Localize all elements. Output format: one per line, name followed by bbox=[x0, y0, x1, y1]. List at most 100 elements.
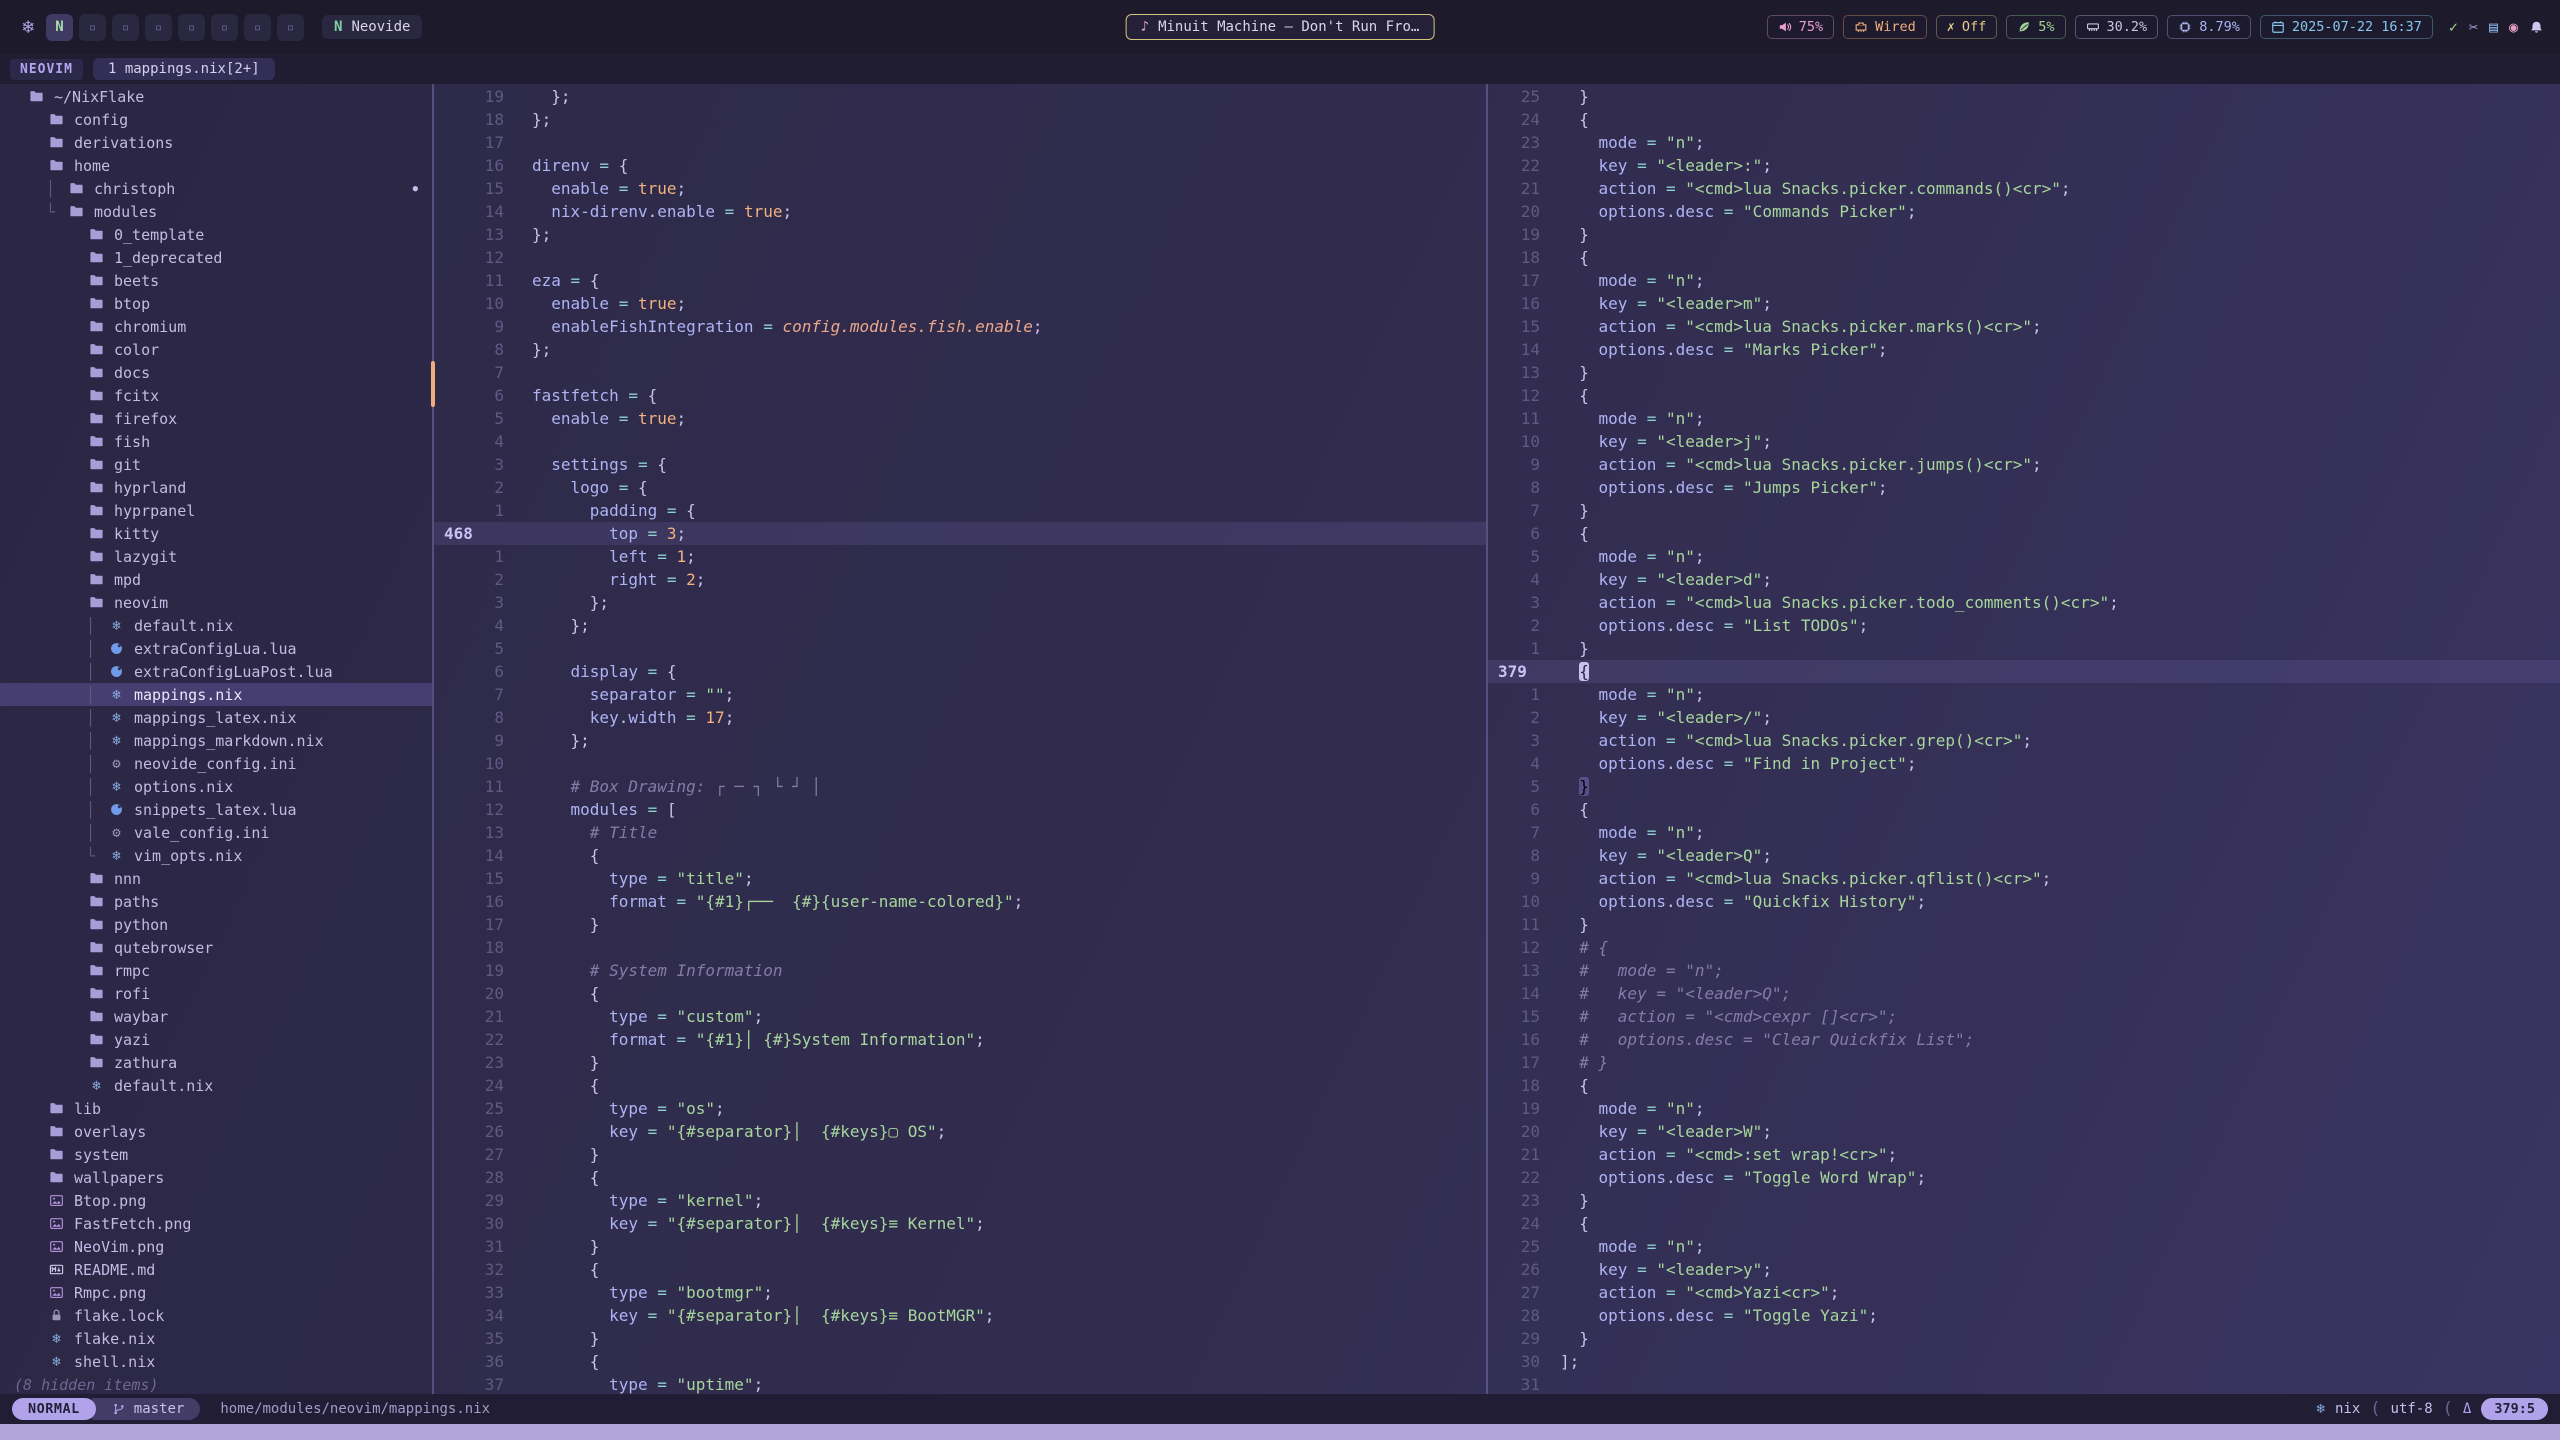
bell-icon[interactable] bbox=[2529, 20, 2544, 35]
tree-item[interactable]: │extraConfigLuaPost.lua bbox=[0, 660, 432, 683]
workspace-4[interactable]: ▫ bbox=[145, 14, 172, 41]
code-line[interactable]: 9 }; bbox=[434, 729, 1486, 752]
code-line[interactable]: 10 options.desc = "Quickfix History"; bbox=[1488, 890, 2560, 913]
code-line[interactable]: 26 key = "{#separator}│ {#keys}▢ OS"; bbox=[434, 1120, 1486, 1143]
tree-item[interactable]: ~/NixFlake bbox=[0, 85, 432, 108]
tree-item[interactable]: ❄default.nix bbox=[0, 1074, 432, 1097]
code-line[interactable]: 19 # System Information bbox=[434, 959, 1486, 982]
code-line[interactable]: 12 # { bbox=[1488, 936, 2560, 959]
code-line[interactable]: 27 } bbox=[434, 1143, 1486, 1166]
code-line[interactable]: 11 # Box Drawing: ┌ ─ ┐ └ ┘ │ bbox=[434, 775, 1486, 798]
tree-item[interactable]: python bbox=[0, 913, 432, 936]
music-widget[interactable]: ♪ Minuit Machine – Don't Run Fro… bbox=[1126, 14, 1435, 40]
code-line[interactable]: 31 } bbox=[434, 1235, 1486, 1258]
code-line[interactable]: 22 options.desc = "Toggle Word Wrap"; bbox=[1488, 1166, 2560, 1189]
code-line[interactable]: 16 key = "<leader>m"; bbox=[1488, 292, 2560, 315]
code-line[interactable]: 15 action = "<cmd>lua Snacks.picker.mark… bbox=[1488, 315, 2560, 338]
code-line[interactable]: 10 bbox=[434, 752, 1486, 775]
code-line[interactable]: 18}; bbox=[434, 108, 1486, 131]
code-line[interactable]: 8 key = "<leader>Q"; bbox=[1488, 844, 2560, 867]
tree-item[interactable]: docs bbox=[0, 361, 432, 384]
code-line[interactable]: 7 separator = ""; bbox=[434, 683, 1486, 706]
display-icon[interactable]: ▤ bbox=[2489, 18, 2498, 36]
code-line[interactable]: 11 mode = "n"; bbox=[1488, 407, 2560, 430]
tree-item[interactable]: fish bbox=[0, 430, 432, 453]
workspace-8[interactable]: ▫ bbox=[277, 14, 304, 41]
code-line[interactable]: 3 action = "<cmd>lua Snacks.picker.grep(… bbox=[1488, 729, 2560, 752]
tree-item[interactable]: fcitx bbox=[0, 384, 432, 407]
code-line[interactable]: 468 top = 3; bbox=[434, 522, 1486, 545]
code-line[interactable]: 24 { bbox=[1488, 1212, 2560, 1235]
tree-item[interactable]: overlays bbox=[0, 1120, 432, 1143]
code-line[interactable]: 24 { bbox=[1488, 108, 2560, 131]
code-line[interactable]: 36 { bbox=[434, 1350, 1486, 1373]
code-line[interactable]: 16 format = "{#1}┌── {#}{user-name-color… bbox=[434, 890, 1486, 913]
workspace-2[interactable]: ▫ bbox=[79, 14, 106, 41]
code-line[interactable]: 25 type = "os"; bbox=[434, 1097, 1486, 1120]
code-line[interactable]: 9 enableFishIntegration = config.modules… bbox=[434, 315, 1486, 338]
code-line[interactable]: 29 } bbox=[1488, 1327, 2560, 1350]
network-widget[interactable]: Wired bbox=[1843, 15, 1927, 39]
code-line[interactable]: 8 key.width = 17; bbox=[434, 706, 1486, 729]
tree-item[interactable]: waybar bbox=[0, 1005, 432, 1028]
status-check-icon[interactable]: ✓ bbox=[2449, 18, 2458, 36]
tree-item[interactable]: 1_deprecated bbox=[0, 246, 432, 269]
tree-item[interactable]: hyprland bbox=[0, 476, 432, 499]
tree-item[interactable]: flake.lock bbox=[0, 1304, 432, 1327]
window-separator[interactable] bbox=[432, 84, 434, 1394]
code-line[interactable]: 20 { bbox=[434, 982, 1486, 1005]
code-line[interactable]: 19 }; bbox=[434, 85, 1486, 108]
code-line[interactable]: 7 mode = "n"; bbox=[1488, 821, 2560, 844]
code-line[interactable]: 379 { bbox=[1488, 660, 2560, 683]
code-line[interactable]: 17 mode = "n"; bbox=[1488, 269, 2560, 292]
tree-item[interactable]: lib bbox=[0, 1097, 432, 1120]
code-line[interactable]: 22 format = "{#1}│ {#}System Information… bbox=[434, 1028, 1486, 1051]
tree-item[interactable]: beets bbox=[0, 269, 432, 292]
code-line[interactable]: 7 bbox=[434, 361, 1486, 384]
code-line[interactable]: 12 bbox=[434, 246, 1486, 269]
code-line[interactable]: 13}; bbox=[434, 223, 1486, 246]
code-line[interactable]: 23 } bbox=[1488, 1189, 2560, 1212]
workspace-5[interactable]: ▫ bbox=[178, 14, 205, 41]
code-line[interactable]: 30]; bbox=[1488, 1350, 2560, 1373]
tree-item[interactable]: neovim bbox=[0, 591, 432, 614]
code-line[interactable]: 34 key = "{#separator}│ {#keys}≡ BootMGR… bbox=[434, 1304, 1486, 1327]
battery-widget[interactable]: 5% bbox=[2006, 15, 2065, 39]
tree-item[interactable]: │❄options.nix bbox=[0, 775, 432, 798]
code-line[interactable]: 21 type = "custom"; bbox=[434, 1005, 1486, 1028]
tree-item[interactable]: FastFetch.png bbox=[0, 1212, 432, 1235]
code-line[interactable]: 4 }; bbox=[434, 614, 1486, 637]
code-line[interactable]: 5 enable = true; bbox=[434, 407, 1486, 430]
code-line[interactable]: 29 type = "kernel"; bbox=[434, 1189, 1486, 1212]
code-line[interactable]: 18 { bbox=[1488, 1074, 2560, 1097]
code-line[interactable]: 35 } bbox=[434, 1327, 1486, 1350]
code-line[interactable]: 9 action = "<cmd>lua Snacks.picker.jumps… bbox=[1488, 453, 2560, 476]
code-line[interactable]: 25 mode = "n"; bbox=[1488, 1235, 2560, 1258]
tab-mappings-nix[interactable]: 1 mappings.nix[2+] bbox=[93, 58, 275, 80]
code-line[interactable]: 16direnv = { bbox=[434, 154, 1486, 177]
code-line[interactable]: 17 # } bbox=[1488, 1051, 2560, 1074]
code-line[interactable]: 23 } bbox=[434, 1051, 1486, 1074]
code-line[interactable]: 30 key = "{#separator}│ {#keys}≡ Kernel"… bbox=[434, 1212, 1486, 1235]
tree-item[interactable]: │snippets_latex.lua bbox=[0, 798, 432, 821]
tree-item[interactable]: git bbox=[0, 453, 432, 476]
tree-item[interactable]: README.md bbox=[0, 1258, 432, 1281]
window-separator-2[interactable] bbox=[1486, 84, 1488, 1394]
code-line[interactable]: 24 { bbox=[434, 1074, 1486, 1097]
tree-item[interactable]: chromium bbox=[0, 315, 432, 338]
code-line[interactable]: 1 left = 1; bbox=[434, 545, 1486, 568]
code-line[interactable]: 17 bbox=[434, 131, 1486, 154]
tree-item[interactable]: firefox bbox=[0, 407, 432, 430]
code-line[interactable]: 19 } bbox=[1488, 223, 2560, 246]
code-line[interactable]: 18 { bbox=[1488, 246, 2560, 269]
code-line[interactable]: 28 options.desc = "Toggle Yazi"; bbox=[1488, 1304, 2560, 1327]
code-line[interactable]: 5 mode = "n"; bbox=[1488, 545, 2560, 568]
code-line[interactable]: 9 action = "<cmd>lua Snacks.picker.qflis… bbox=[1488, 867, 2560, 890]
code-line[interactable]: 1 mode = "n"; bbox=[1488, 683, 2560, 706]
code-line[interactable]: 4 key = "<leader>d"; bbox=[1488, 568, 2560, 591]
tree-item[interactable]: yazi bbox=[0, 1028, 432, 1051]
tree-item[interactable]: │⚙neovide_config.ini bbox=[0, 752, 432, 775]
code-line[interactable]: 15 enable = true; bbox=[434, 177, 1486, 200]
tree-item[interactable]: │extraConfigLua.lua bbox=[0, 637, 432, 660]
code-line[interactable]: 23 mode = "n"; bbox=[1488, 131, 2560, 154]
